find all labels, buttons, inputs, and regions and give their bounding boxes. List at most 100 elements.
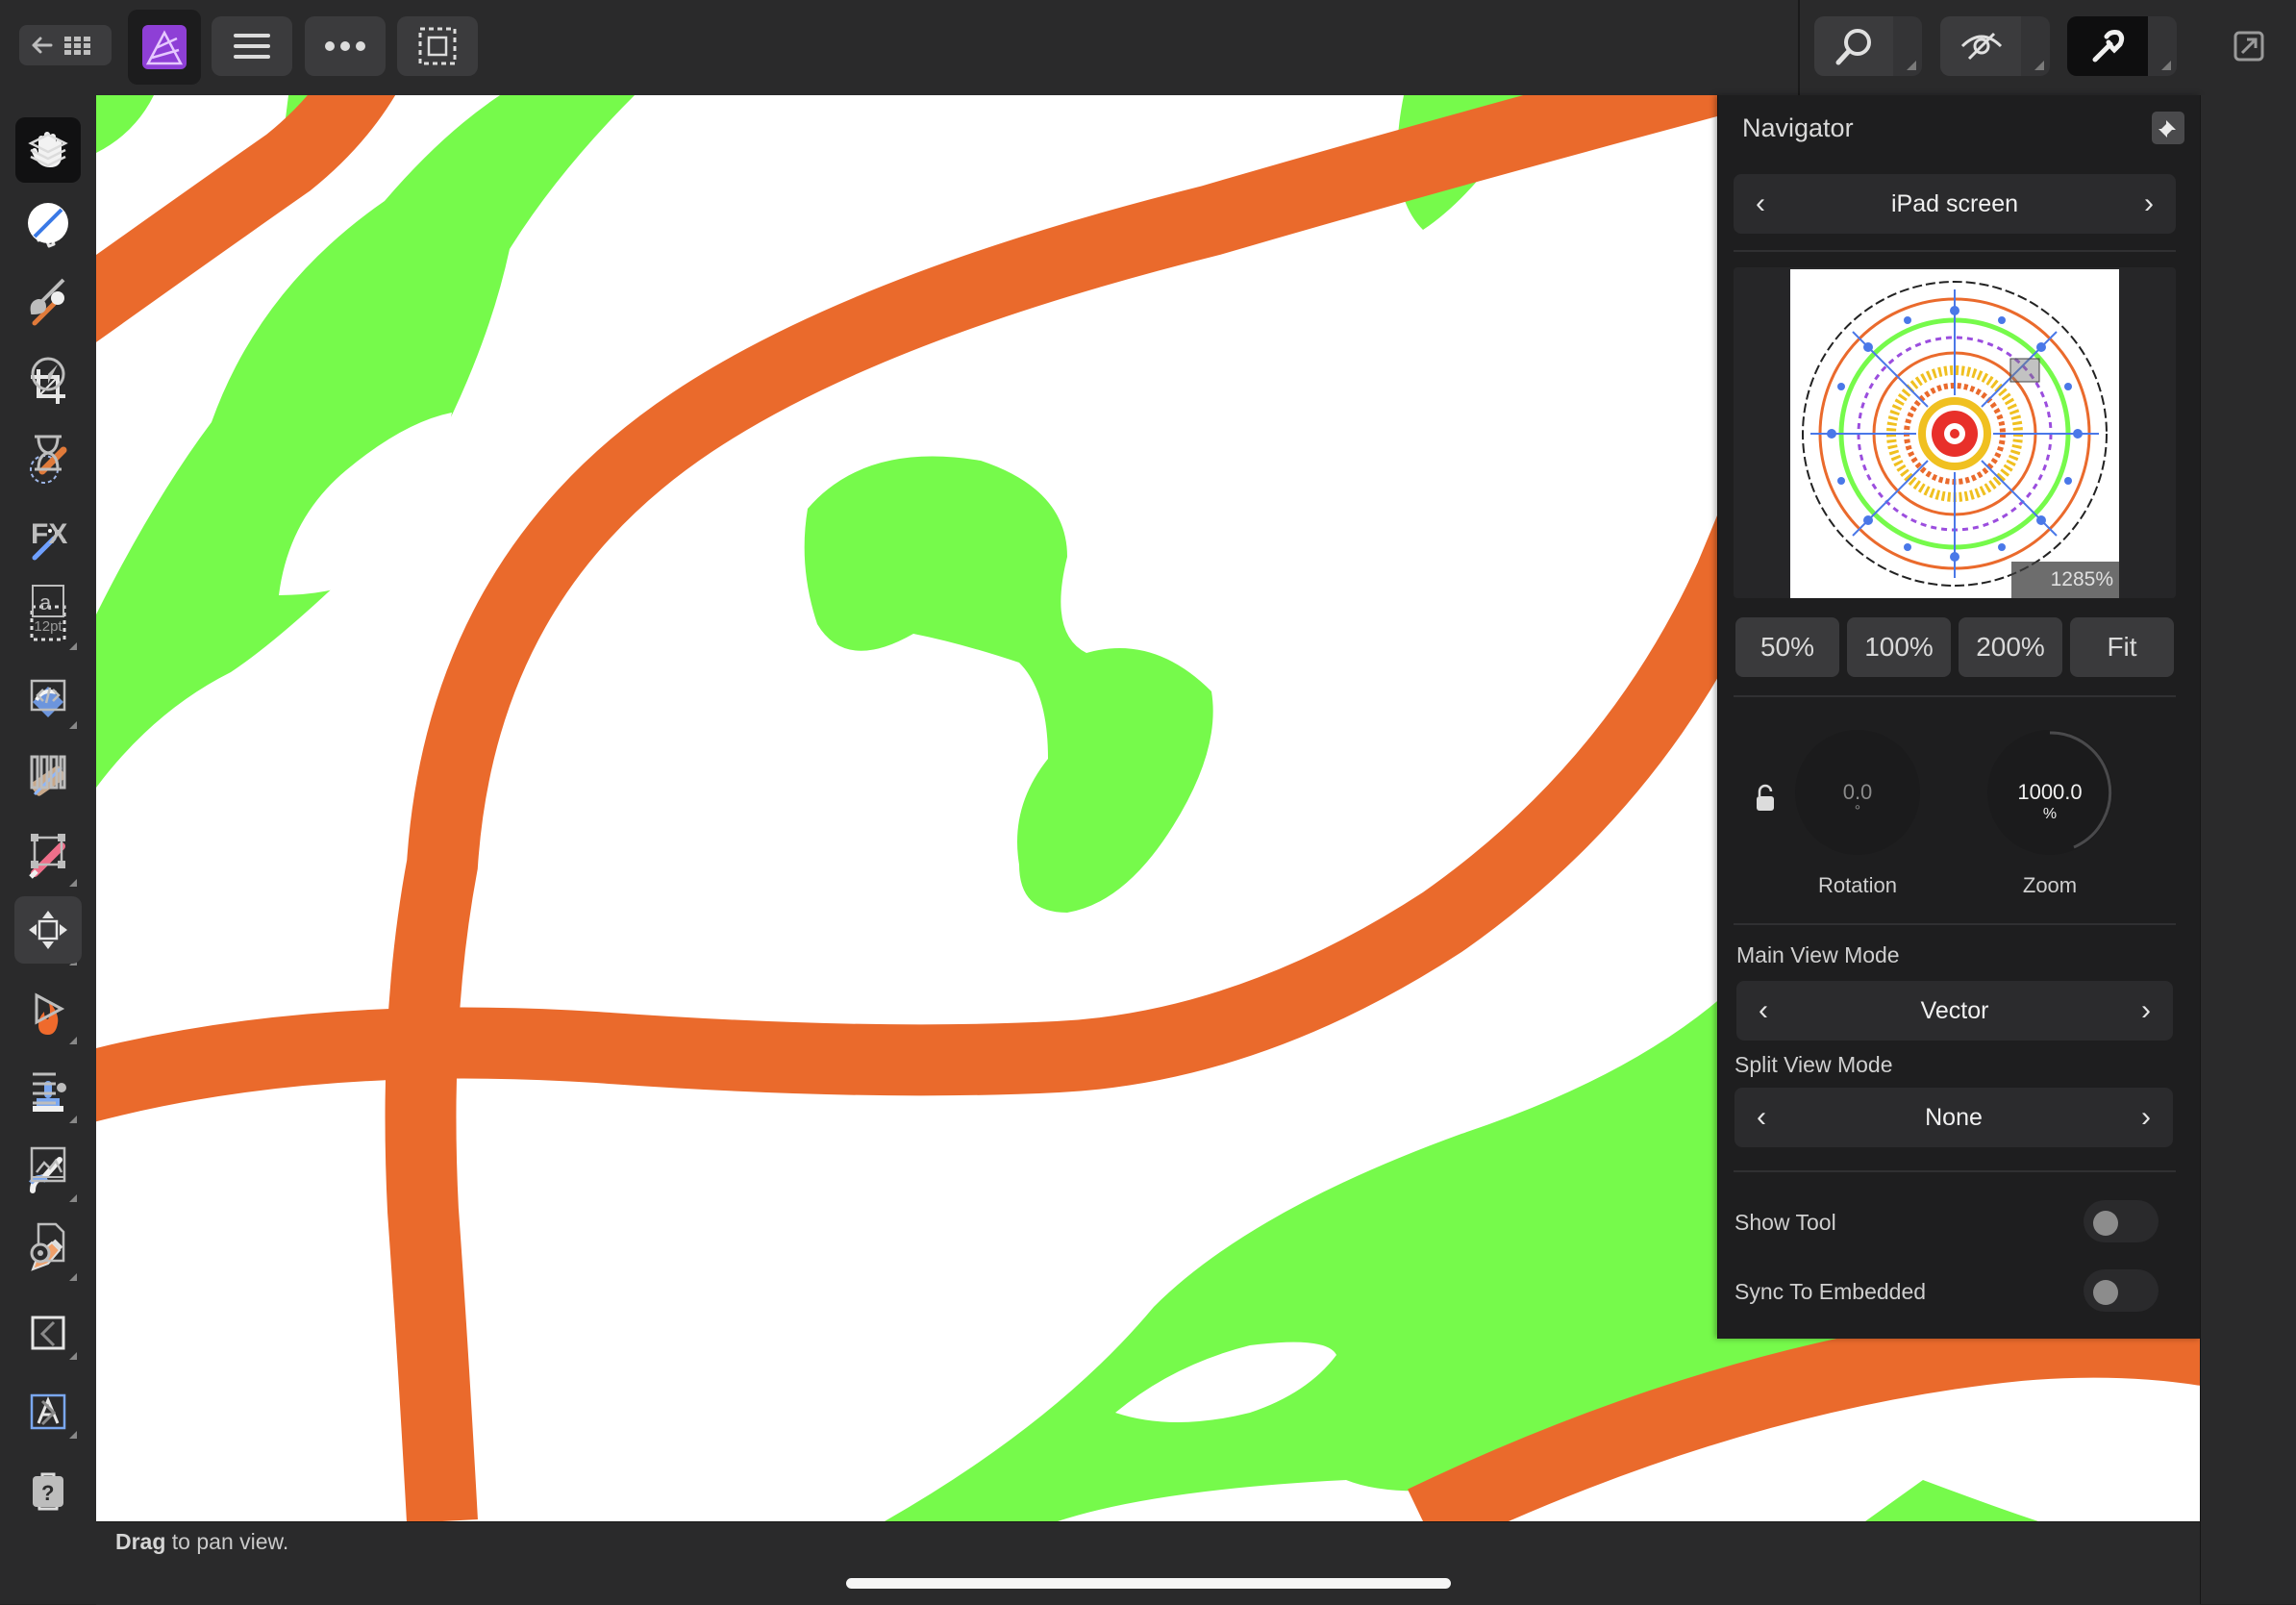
channels-studio-button[interactable] [14,739,82,806]
view-preset-value: iPad screen [1890,189,2019,217]
stock-studio-button[interactable] [14,1054,82,1121]
zoom-100-button[interactable]: 100% [1847,617,1951,677]
text-styles-icon: a [32,584,64,617]
back-grid-button[interactable] [19,25,112,65]
library-icon [30,1146,66,1183]
status-hint-bold: Drag [115,1529,166,1554]
lock-icon [1757,784,1774,811]
transform-icon [31,834,65,868]
brushes-studio-button[interactable] [14,262,82,329]
split-view-mode-label: Split View Mode [1734,1052,1893,1077]
macro-studio-button[interactable] [14,662,82,729]
main-view-mode-value: Vector [1920,996,1989,1024]
zoom-tool-button[interactable] [1814,16,1895,76]
sync-to-embedded-toggle[interactable] [2084,1269,2159,1312]
svg-text:a: a [39,590,52,614]
studio-panel-bar [2200,95,2296,1604]
fullscreen-button[interactable] [2223,16,2275,76]
collapse-panel-button[interactable] [14,1300,82,1367]
toggle-knob [2093,1280,2118,1305]
chevron-right-icon[interactable]: › [2130,174,2168,234]
divider [1734,250,2176,252]
zoom-icon [1835,29,1871,65]
zoom-fit-button[interactable]: Fit [2070,617,2174,677]
rotation-value: 0.0 [1842,780,1873,804]
pin-button[interactable] [2152,112,2184,144]
zoom-tool-options[interactable] [1893,16,1922,76]
history-studio-button[interactable] [14,419,82,487]
hamburger-icon [234,34,270,59]
sync-to-embedded-label: Sync To Embedded [1734,1279,1927,1304]
main-view-mode-label: Main View Mode [1736,942,1900,967]
chevron-left-icon[interactable]: ‹ [1744,981,1783,1041]
help-icon: ? [33,1476,63,1507]
zoom-50-button[interactable]: 50% [1735,617,1839,677]
main-view-mode-selector[interactable]: ‹ Vector › [1736,981,2173,1041]
fx-icon: FX [31,518,67,549]
rotation-lock-button[interactable] [1756,784,1775,817]
navigator-thumbnail[interactable] [1790,269,2119,598]
layers-icon [28,133,68,167]
selection-button[interactable] [397,16,478,76]
more-button[interactable] [305,16,386,76]
collapse-left-icon [39,1320,56,1347]
status-hint: Drag to pan view. [115,1529,288,1555]
view-preset-selector[interactable]: ‹ iPad screen › [1734,174,2176,234]
color-icon [28,203,68,243]
document-settings-icon [30,1222,65,1264]
fx-studio-button[interactable]: FX [14,498,82,565]
rotation-label: Rotation [1818,873,1897,897]
context-status-bar [96,1521,2200,1605]
channels-icon [30,755,66,790]
stock-icon [33,1072,66,1105]
adjustments-studio-button[interactable] [14,340,82,408]
show-tool-toggle[interactable] [2084,1200,2159,1242]
back-grid-icon [32,37,90,55]
navigator-title: Navigator [1742,113,1854,142]
show-tool-label: Show Tool [1734,1210,1836,1235]
chevron-left-icon[interactable]: ‹ [1742,1088,1781,1147]
assistant-options[interactable] [2148,16,2177,76]
view-mode-button[interactable] [1940,16,2023,76]
split-view-mode-value: None [1925,1103,1983,1131]
navigator-studio-button[interactable] [14,896,82,964]
split-view-mode-selector[interactable]: ‹ None › [1734,1088,2173,1147]
history-icon [35,435,62,471]
chevron-right-icon[interactable]: › [2127,981,2165,1041]
zoom-200-button[interactable]: 200% [1959,617,2062,677]
toggle-knob [2093,1211,2118,1236]
chevron-right-icon[interactable]: › [2127,1088,2165,1147]
status-hint-rest: to pan view. [165,1529,289,1554]
view-mode-options[interactable] [2021,16,2050,76]
text-styles-studio-button[interactable]: a 12pt [14,575,82,642]
menu-button[interactable] [212,16,292,76]
chevron-left-icon[interactable]: ‹ [1741,174,1780,234]
layers-studio-button[interactable] [14,116,82,184]
macro-icon [30,679,66,712]
expand-right-icon [40,1399,57,1426]
zoom-unit: % [2042,806,2058,822]
adjustments-icon [31,357,65,391]
zoom-label: Zoom [2022,873,2078,897]
divider [1734,695,2176,697]
transform-studio-button[interactable] [14,817,82,885]
color-studio-button[interactable] [14,189,82,257]
assistant-button[interactable] [2067,16,2150,76]
home-indicator[interactable] [846,1578,1451,1589]
navigator-icon [29,911,67,949]
expand-panel-button[interactable] [14,1379,82,1446]
divider [1734,923,2176,925]
document-settings-studio-button[interactable] [14,1210,82,1277]
toolbar-separator [1798,0,1800,95]
play-icon [35,992,65,1025]
more-icon [325,41,365,51]
fullscreen-icon [2234,31,2264,62]
thumbnail-zoom-label: 1285% [2011,562,2119,598]
svg-text:?: ? [41,1481,54,1505]
app-button[interactable] [128,10,201,85]
view-eye-icon [1960,32,2003,61]
help-button[interactable]: ? [14,1458,82,1525]
divider [1734,1170,2176,1172]
play-studio-button[interactable] [14,975,82,1042]
library-studio-button[interactable] [14,1131,82,1198]
